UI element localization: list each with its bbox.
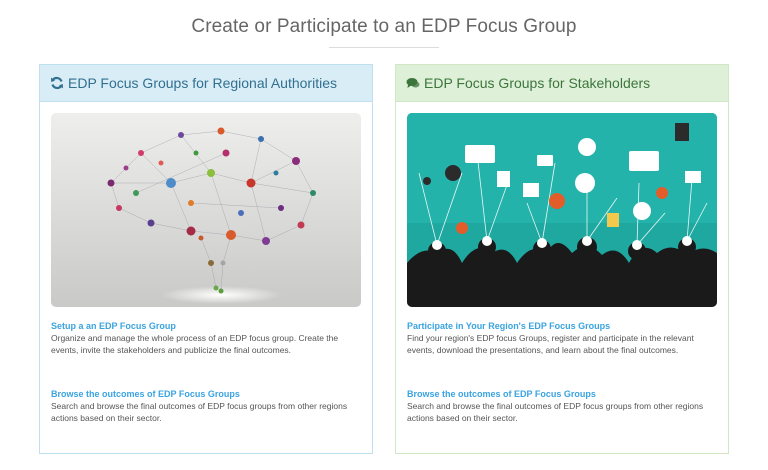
refresh-icon: [50, 76, 64, 90]
panel-heading-text: EDP Focus Groups for Regional Authoritie…: [68, 75, 337, 91]
title-divider: [329, 47, 439, 48]
panel-regional-authorities: EDP Focus Groups for Regional Authoritie…: [39, 64, 373, 454]
brain-network-image: [51, 113, 361, 307]
panel-heading: EDP Focus Groups for Stakeholders: [396, 65, 728, 102]
browse-outcomes-link[interactable]: Browse the outcomes of EDP Focus Groups: [51, 389, 240, 399]
browse-outcomes-link[interactable]: Browse the outcomes of EDP Focus Groups: [407, 389, 596, 399]
participate-focus-groups-description: Find your region's EDP focus Groups, reg…: [407, 333, 694, 355]
panel-heading-text: EDP Focus Groups for Stakeholders: [424, 75, 651, 91]
browse-outcomes-description: Search and browse the final outcomes of …: [51, 401, 348, 423]
panel-stakeholders: EDP Focus Groups for Stakeholders Partic…: [395, 64, 729, 454]
setup-focus-group-description: Organize and manage the whole process of…: [51, 333, 339, 355]
participate-focus-groups-link[interactable]: Participate in Your Region's EDP Focus G…: [407, 321, 610, 331]
setup-focus-group-link[interactable]: Setup a an EDP Focus Group: [51, 321, 176, 331]
browse-outcomes-description: Search and browse the final outcomes of …: [407, 401, 704, 423]
panel-heading: EDP Focus Groups for Regional Authoritie…: [40, 65, 372, 102]
comments-icon: [406, 76, 420, 90]
page-title: Create or Participate to an EDP Focus Gr…: [191, 16, 577, 37]
crowd-network-image: [407, 113, 717, 307]
